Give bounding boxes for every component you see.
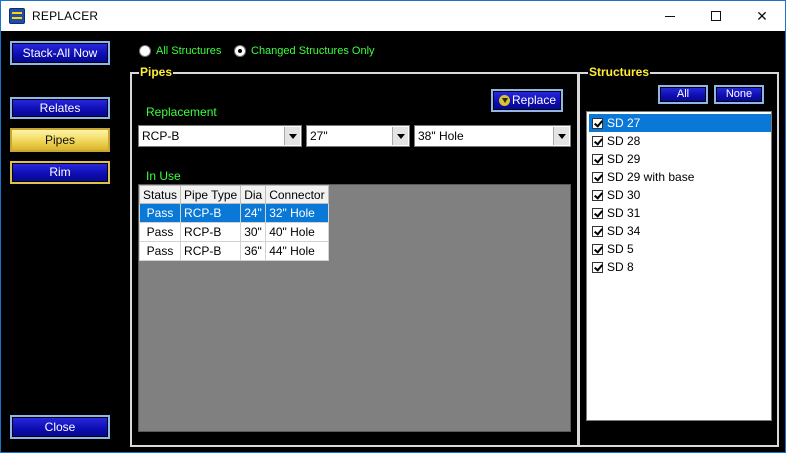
all-structures-label: All Structures bbox=[156, 45, 222, 57]
structure-label: SD 5 bbox=[607, 242, 634, 256]
checkbox[interactable] bbox=[592, 153, 603, 165]
close-window-button[interactable]: ✕ bbox=[739, 1, 785, 31]
chevron-down-icon[interactable] bbox=[553, 127, 569, 145]
row-pipe-type: RCP-B bbox=[180, 241, 242, 261]
row-pipe-type: RCP-B bbox=[180, 222, 242, 242]
replacer-window: REPLACER ✕ Stack-All Now Relates Pipes R… bbox=[0, 0, 786, 453]
column-header-dia[interactable]: Dia bbox=[240, 185, 267, 204]
checkbox[interactable] bbox=[592, 225, 603, 237]
structure-label: SD 29 bbox=[607, 152, 641, 166]
all-structures-option[interactable]: All Structures bbox=[139, 43, 221, 59]
select-all-button[interactable]: All bbox=[658, 85, 708, 104]
row-status: Pass bbox=[138, 203, 182, 223]
changed-structures-option[interactable]: Changed Structures Only bbox=[234, 43, 375, 59]
download-arrow-icon bbox=[499, 95, 510, 107]
row-status: Pass bbox=[138, 222, 182, 242]
diameter-value: 27" bbox=[310, 129, 328, 143]
list-item[interactable]: SD 34 bbox=[589, 222, 771, 240]
structure-label: SD 31 bbox=[607, 206, 641, 220]
row-connector: 40" Hole bbox=[265, 222, 329, 242]
checkbox[interactable] bbox=[592, 135, 603, 147]
pipes-button[interactable]: Pipes bbox=[10, 128, 110, 152]
window-title: REPLACER bbox=[32, 9, 99, 23]
structure-label: SD 30 bbox=[607, 188, 641, 202]
structure-label: SD 27 bbox=[607, 116, 641, 130]
row-connector: 44" Hole bbox=[265, 241, 329, 261]
checkbox[interactable] bbox=[592, 171, 603, 183]
replace-button-label: Replace bbox=[511, 93, 557, 107]
checkbox[interactable] bbox=[592, 243, 603, 255]
column-header-connector[interactable]: Connector bbox=[265, 185, 329, 204]
list-item[interactable]: SD 29 with base bbox=[589, 168, 771, 186]
replace-button[interactable]: Replace bbox=[491, 89, 563, 112]
table-row[interactable]: Pass RCP-B 24" 32" Hole bbox=[138, 203, 329, 223]
checkbox[interactable] bbox=[592, 189, 603, 201]
chevron-down-icon[interactable] bbox=[392, 127, 408, 145]
diameter-dropdown[interactable]: 27" bbox=[306, 125, 410, 147]
stack-all-now-button[interactable]: Stack-All Now bbox=[10, 41, 110, 65]
all-structures-radio[interactable] bbox=[139, 45, 151, 57]
chevron-down-icon[interactable] bbox=[284, 127, 300, 145]
row-status: Pass bbox=[138, 241, 182, 261]
minimize-button[interactable] bbox=[647, 1, 693, 31]
pipes-group-title: Pipes bbox=[139, 65, 174, 79]
in-use-label: In Use bbox=[146, 169, 181, 183]
structures-list: SD 27 SD 28 SD 29 SD 29 with base SD 30 … bbox=[586, 111, 772, 421]
pipe-type-value: RCP-B bbox=[142, 129, 180, 143]
close-button[interactable]: Close bbox=[10, 415, 110, 439]
list-item[interactable]: SD 8 bbox=[589, 258, 771, 276]
replacement-label: Replacement bbox=[146, 105, 217, 119]
select-none-button[interactable]: None bbox=[714, 85, 764, 104]
row-dia: 30" bbox=[240, 222, 267, 242]
connector-dropdown[interactable]: 38" Hole bbox=[414, 125, 571, 147]
row-connector: 32" Hole bbox=[265, 203, 329, 223]
row-dia: 36" bbox=[240, 241, 267, 261]
app-icon bbox=[9, 8, 25, 24]
table-row[interactable]: Pass RCP-B 36" 44" Hole bbox=[138, 241, 329, 261]
structure-label: SD 28 bbox=[607, 134, 641, 148]
row-pipe-type: RCP-B bbox=[180, 203, 242, 223]
structures-group-title: Structures bbox=[588, 65, 651, 79]
column-header-status[interactable]: Status bbox=[138, 185, 182, 204]
checkbox[interactable] bbox=[592, 207, 603, 219]
pipe-type-dropdown[interactable]: RCP-B bbox=[138, 125, 302, 147]
list-item[interactable]: SD 31 bbox=[589, 204, 771, 222]
maximize-icon bbox=[711, 11, 721, 21]
table-header-row: Status Pipe Type Dia Connector bbox=[138, 185, 329, 204]
structure-label: SD 34 bbox=[607, 224, 641, 238]
list-item[interactable]: SD 29 bbox=[589, 150, 771, 168]
list-item[interactable]: SD 5 bbox=[589, 240, 771, 258]
row-dia: 24" bbox=[240, 203, 267, 223]
minimize-icon bbox=[665, 15, 675, 17]
rim-button[interactable]: Rim bbox=[10, 161, 110, 184]
list-item[interactable]: SD 27 bbox=[589, 114, 771, 132]
relates-button[interactable]: Relates bbox=[10, 97, 110, 119]
maximize-button[interactable] bbox=[693, 1, 739, 31]
connector-value: 38" Hole bbox=[418, 129, 464, 143]
changed-structures-label: Changed Structures Only bbox=[251, 45, 375, 57]
checkbox[interactable] bbox=[592, 261, 603, 273]
structure-label: SD 29 with base bbox=[607, 170, 695, 184]
table-row[interactable]: Pass RCP-B 30" 40" Hole bbox=[138, 222, 329, 242]
close-icon: ✕ bbox=[756, 7, 768, 24]
column-header-pipe-type[interactable]: Pipe Type bbox=[180, 185, 242, 204]
changed-structures-radio[interactable] bbox=[234, 45, 246, 57]
list-item[interactable]: SD 28 bbox=[589, 132, 771, 150]
in-use-table: Status Pipe Type Dia Connector Pass RCP-… bbox=[138, 185, 329, 261]
list-item[interactable]: SD 30 bbox=[589, 186, 771, 204]
checkbox[interactable] bbox=[592, 117, 603, 129]
title-bar: REPLACER ✕ bbox=[1, 1, 785, 31]
structure-label: SD 8 bbox=[607, 260, 634, 274]
